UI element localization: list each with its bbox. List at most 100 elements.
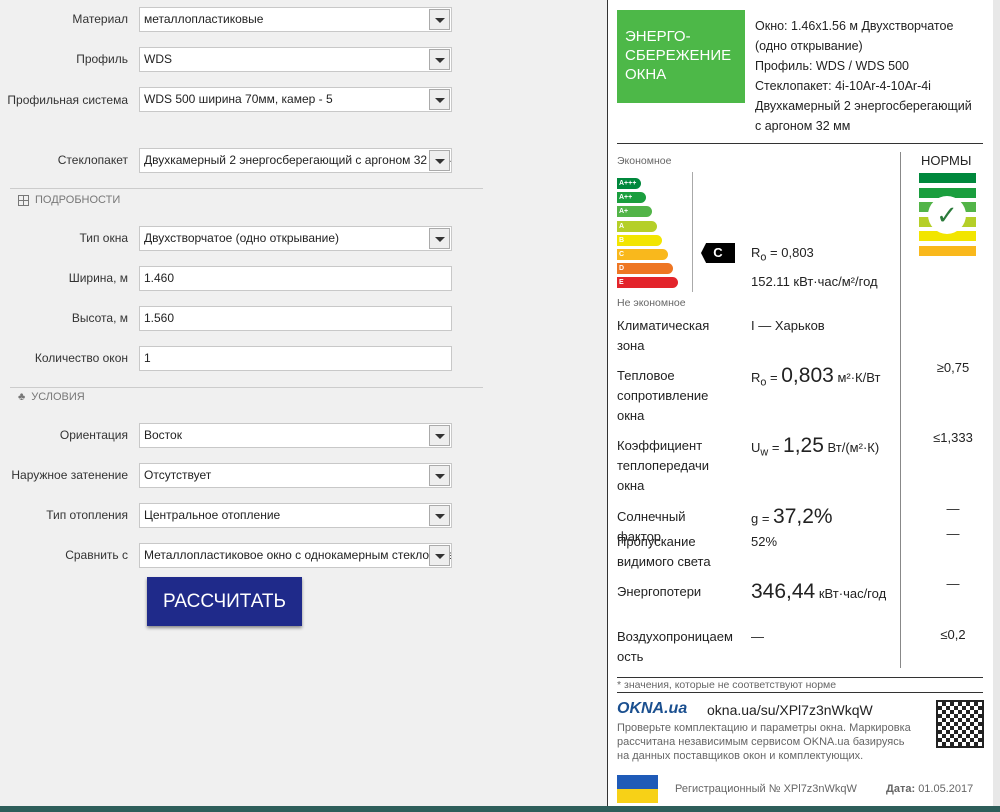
info-line: Профиль: WDS / WDS 500	[755, 59, 909, 73]
select-field[interactable]: Металлопластиковое окно с однокамерным с…	[139, 543, 452, 568]
norm-value: —	[946, 501, 960, 516]
info-line: Стеклопакет: 4i-10Ar-4-10Ar-4i	[755, 79, 931, 93]
qr-code-icon	[936, 700, 984, 748]
text-input[interactable]: 1	[139, 346, 452, 371]
field-value: Отсутствует	[144, 468, 212, 482]
select-field[interactable]: Двухстворчатое (одно открывание)	[139, 226, 452, 251]
property-value: 346,44 кВт·час/год	[751, 580, 896, 604]
property-value: Uw = 1,25 Вт/(м²·К)	[751, 434, 880, 459]
current-class-badge: C	[701, 243, 735, 263]
field-label: Материал	[72, 12, 128, 26]
field-value: WDS	[144, 52, 172, 66]
divider	[692, 172, 693, 292]
chevron-down-icon[interactable]	[429, 465, 450, 486]
field-label: Количество окон	[34, 351, 128, 365]
chevron-down-icon[interactable]	[429, 425, 450, 446]
select-field[interactable]: WDS 500 ширина 70мм, камер - 5	[139, 87, 452, 112]
chevron-down-icon[interactable]	[429, 545, 450, 566]
field-value: WDS 500 ширина 70мм, камер - 5	[144, 92, 333, 106]
property-value: 52%	[751, 532, 896, 552]
date-value: 01.05.2017	[918, 783, 974, 795]
divider	[10, 188, 483, 189]
energy-class-bar: D	[617, 263, 673, 275]
property-value: g = 37,2%	[751, 505, 833, 528]
registration-number: Регистрационный № XPl7z3nWkqW	[675, 783, 857, 795]
energy-class-bar: A++	[617, 192, 647, 204]
field-label: Профильная система	[7, 93, 128, 107]
field-value: Двухстворчатое (одно открывание)	[144, 231, 340, 245]
select-field[interactable]: WDS	[139, 47, 452, 72]
field-value: Двухкамерный 2 энергосберегающий с аргон…	[144, 153, 452, 167]
date-label: Дата:	[886, 783, 916, 795]
label-url[interactable]: okna.ua/su/XPl7z3nWkqW	[707, 702, 873, 718]
energy-badge: ЭНЕРГО-СБЕРЕЖЕНИЕ ОКНА	[617, 10, 745, 103]
norm-value: ≤0,2	[940, 627, 966, 642]
property-value: I — Харьков	[751, 316, 896, 336]
chevron-down-icon[interactable]	[429, 89, 450, 110]
window-info: Окно: 1.46x1.56 м Двухстворчатое (одно от…	[755, 16, 972, 136]
info-line: Двухкамерный 2 энергосберегающий	[755, 99, 972, 113]
section-conditions: ♣ УСЛОВИЯ	[18, 391, 85, 403]
calculate-button[interactable]: РАССЧИТАТЬ	[147, 577, 302, 626]
taskbar-strip	[0, 806, 1000, 812]
property-name: Коэффициент теплопередачи окна	[617, 438, 710, 493]
unit: м²·К/Вт	[837, 370, 881, 385]
norm-value: ≤1,333	[933, 430, 973, 445]
footnote: * значения, которые не соответствуют нор…	[617, 679, 837, 691]
select-field[interactable]: Центральное отопление	[139, 503, 452, 528]
select-field[interactable]: Двухкамерный 2 энергосберегающий с аргон…	[139, 148, 452, 173]
unit: Вт/(м²·К)	[827, 440, 880, 455]
ro-value: = 0,803	[770, 245, 814, 260]
norm-bar	[919, 245, 976, 256]
divider	[900, 152, 901, 668]
check-icon: ✓	[928, 196, 966, 234]
chevron-down-icon[interactable]	[429, 9, 450, 30]
value: 37,2%	[773, 505, 833, 528]
text-input[interactable]: 1.560	[139, 306, 452, 331]
energy-class-bar: B	[617, 234, 663, 246]
select-field[interactable]: Восток	[139, 423, 452, 448]
value: —	[751, 629, 764, 644]
property-name: Тепловое сопротивление окна	[617, 368, 709, 423]
value: 52%	[751, 534, 778, 549]
ukraine-flag-icon	[617, 775, 658, 803]
field-value: металлопластиковые	[144, 12, 264, 26]
chevron-down-icon[interactable]	[429, 228, 450, 249]
field-label: Профиль	[76, 52, 128, 66]
value: I — Харьков	[751, 318, 825, 333]
norm-value: —	[946, 576, 960, 591]
scrollbar[interactable]	[993, 0, 1000, 806]
energy-class-bar: C	[617, 249, 668, 260]
energy-class-bar: E	[617, 277, 679, 289]
section-details: ПОДРОБНОСТИ	[18, 194, 120, 206]
grid-icon	[18, 194, 29, 206]
divider	[617, 143, 983, 144]
select-field[interactable]: Отсутствует	[139, 463, 452, 488]
property-value: Ro = 0,803 м²·К/Вт	[751, 364, 881, 389]
field-label: Тип окна	[79, 231, 128, 245]
select-field[interactable]: металлопластиковые	[139, 7, 452, 32]
field-value: Центральное отопление	[144, 508, 281, 522]
energy-summary: 152.11 кВт·час/м²/год	[751, 274, 878, 289]
value: 346,44	[751, 580, 816, 603]
text-input[interactable]: 1.460	[139, 266, 452, 291]
chevron-down-icon[interactable]	[429, 49, 450, 70]
property-name: Климатическая зона	[617, 318, 710, 353]
energy-class-bar: A+++	[617, 178, 641, 189]
property-name: Энергопотери	[617, 584, 702, 599]
field-value: 1.460	[144, 271, 175, 285]
chevron-down-icon[interactable]	[429, 505, 450, 526]
field-value: Металлопластиковое окно с однокамерным с…	[144, 548, 452, 562]
field-label: Наружное затенение	[11, 468, 128, 482]
field-value: 1.560	[144, 311, 175, 325]
field-value: Восток	[144, 428, 182, 442]
energy-class-bar: A	[617, 220, 657, 232]
property-name: Воздухопроницаемость	[617, 629, 733, 664]
norms-heading: НОРМЫ	[921, 153, 972, 168]
chevron-down-icon[interactable]	[429, 150, 450, 171]
divider	[10, 387, 483, 388]
norm-value: ≥0,75	[936, 360, 970, 375]
property-value: —	[751, 627, 896, 647]
field-label: Ширина, м	[68, 271, 128, 285]
divider	[617, 677, 983, 678]
